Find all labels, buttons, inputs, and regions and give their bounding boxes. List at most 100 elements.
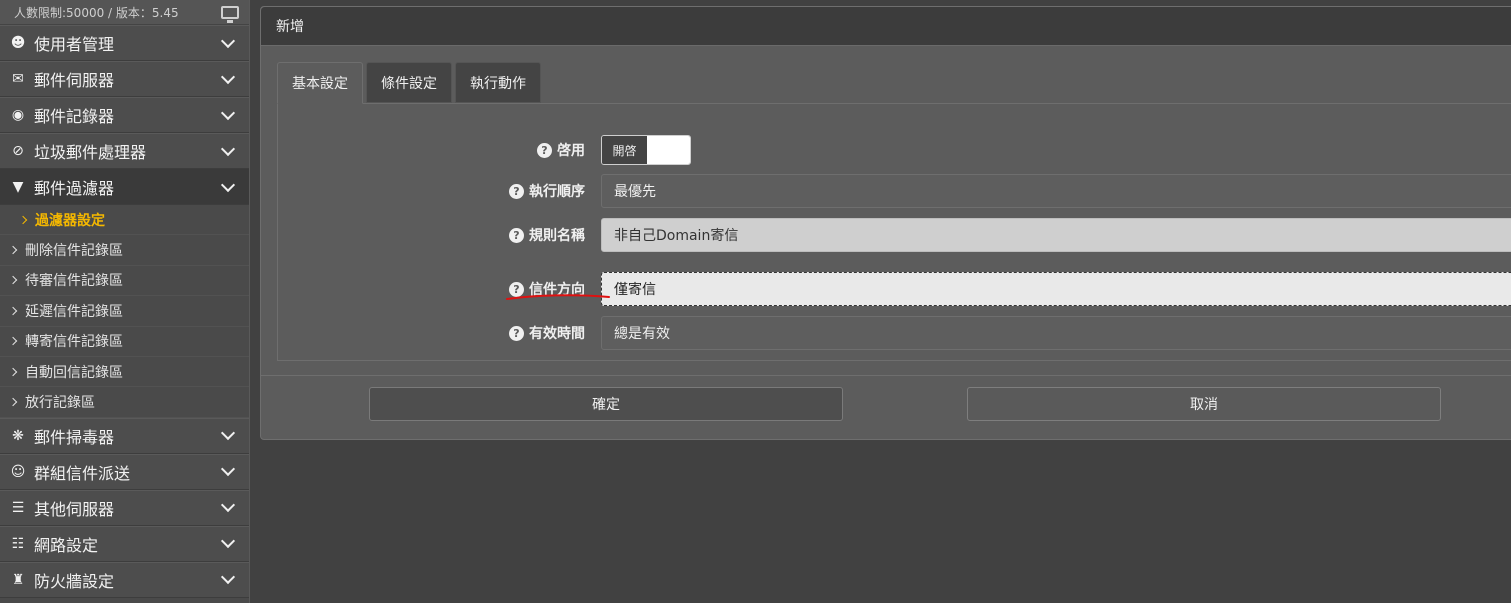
confirm-button[interactable]: 確定 — [369, 387, 843, 421]
users-icon: ☺ — [10, 463, 26, 480]
validity-select[interactable]: 總是有效 — [601, 316, 1511, 350]
submenu-label: 待審信件記錄區 — [25, 273, 123, 290]
basic-settings-panel: ? 啓用 開啓 ? 執行順序 最優先 ? 規則名稱 非自己Domain寄信 ? … — [277, 103, 1511, 361]
toggle-label: 開啓 — [602, 136, 647, 164]
direction-row: ? 信件方向 僅寄信 — [278, 272, 1511, 306]
cancel-button[interactable]: 取消 — [967, 387, 1441, 421]
field-label: 有效時間 — [529, 326, 585, 342]
server-icon: ☰ — [11, 499, 25, 516]
enable-toggle[interactable]: 開啓 — [601, 135, 691, 165]
chevron-down-icon — [220, 33, 236, 48]
chevron-down-icon — [220, 69, 236, 84]
submenu-pending-log[interactable]: 待審信件記錄區 — [0, 265, 249, 297]
menu-network-settings[interactable]: ☷ 網路設定 — [0, 525, 249, 562]
submenu-autoreply-log[interactable]: 自動回信記錄區 — [0, 356, 249, 388]
menu-label: 網路設定 — [34, 535, 99, 555]
field-label: 啓用 — [557, 143, 585, 159]
enable-label: ? 啓用 — [278, 140, 601, 160]
menu-label: 郵件伺服器 — [34, 71, 115, 90]
tab-bar: 基本設定 條件設定 執行動作 — [277, 62, 544, 104]
rule-name-label: ? 規則名稱 — [278, 225, 601, 245]
tab-condition-settings[interactable]: 條件設定 — [366, 62, 452, 103]
order-label: ? 執行順序 — [278, 181, 601, 201]
rule-name-row: ? 規則名稱 非自己Domain寄信 — [278, 218, 1511, 252]
submenu-label: 過濾器設定 — [35, 212, 105, 229]
submenu-label: 刪除信件記錄區 — [25, 243, 123, 260]
menu-antivirus[interactable]: ❋ 郵件掃毒器 — [0, 417, 249, 454]
dialog-title: 新增 — [276, 19, 304, 35]
user-icon: ☻ — [10, 35, 26, 51]
chevron-down-icon — [220, 498, 236, 513]
menu-spam-processor[interactable]: ⊘ 垃圾郵件處理器 — [0, 133, 249, 169]
submenu-release-log[interactable]: 放行記錄區 — [0, 387, 249, 418]
menu-mail-server[interactable]: ✉ 郵件伺服器 — [0, 61, 249, 97]
menu-mail-recorder[interactable]: ◉ 郵件記錄器 — [0, 97, 249, 133]
validity-row: ? 有效時間 總是有效 — [278, 316, 1511, 350]
field-label: 執行順序 — [529, 184, 585, 200]
help-icon[interactable]: ? — [509, 183, 524, 199]
envelope-icon: ✉ — [12, 71, 24, 87]
menu-group-delivery[interactable]: ☺ 群組信件派送 — [0, 453, 249, 490]
sidebar-header: 人數限制:50000 / 版本：5.45 — [0, 0, 249, 25]
direction-select[interactable]: 僅寄信 — [601, 272, 1511, 306]
chevron-right-icon — [8, 306, 18, 316]
chevron-right-icon — [8, 337, 18, 346]
menu-mail-filter[interactable]: ▼ 郵件過濾器 — [0, 169, 249, 205]
menu-label: 郵件過濾器 — [34, 179, 115, 198]
chevron-down-icon — [220, 426, 236, 441]
menu-other-servers[interactable]: ☰ 其他伺服器 — [0, 489, 249, 526]
chevron-right-icon — [8, 276, 18, 285]
monitor-icon[interactable] — [221, 5, 239, 23]
menu-label: 使用者管理 — [34, 35, 115, 54]
chevron-down-icon — [220, 570, 236, 585]
submenu-label: 放行記錄區 — [25, 395, 95, 412]
menu-label: 群組信件派送 — [34, 463, 131, 483]
menu-label: 郵件掃毒器 — [34, 427, 115, 447]
bug-icon: ❋ — [12, 427, 24, 444]
submenu-delayed-log[interactable]: 延遲信件記錄區 — [0, 296, 249, 327]
sidebar: 人數限制:50000 / 版本：5.45 ☻ 使用者管理 ✉ 郵件伺服器 ◉ 郵… — [0, 0, 250, 603]
chevron-right-icon — [8, 397, 18, 407]
chevron-down-icon — [220, 534, 236, 549]
menu-label: 垃圾郵件處理器 — [34, 143, 147, 162]
order-select[interactable]: 最優先 — [601, 174, 1511, 208]
enable-row: ? 啓用 開啓 — [278, 134, 1511, 166]
submenu-label: 轉寄信件記錄區 — [25, 334, 123, 351]
dialog-footer: 確定 取消 — [261, 375, 1511, 441]
castle-icon: ♜ — [11, 571, 25, 588]
chevron-down-icon — [220, 105, 236, 120]
submenu-forward-log[interactable]: 轉寄信件記錄區 — [0, 326, 249, 357]
submenu-label: 自動回信記錄區 — [25, 364, 123, 381]
help-icon[interactable]: ? — [509, 325, 524, 341]
submenu-deleted-log[interactable]: 刪除信件記錄區 — [0, 235, 249, 266]
ban-icon: ⊘ — [12, 143, 24, 159]
chevron-right-icon — [8, 245, 18, 255]
order-row: ? 執行順序 最優先 — [278, 174, 1511, 208]
submenu-filter-settings[interactable]: 過濾器設定 — [0, 205, 249, 236]
menu-label: 防火牆設定 — [34, 571, 115, 591]
menu-label: 其他伺服器 — [34, 499, 115, 519]
help-icon[interactable]: ? — [537, 142, 552, 158]
submenu-label: 延遲信件記錄區 — [25, 303, 123, 320]
red-annotation-underline — [506, 294, 610, 300]
chevron-right-icon — [8, 367, 18, 376]
chevron-right-icon — [18, 215, 28, 224]
validity-label: ? 有效時間 — [278, 323, 601, 343]
rule-name-input[interactable]: 非自己Domain寄信 — [601, 218, 1511, 252]
sitemap-icon: ☷ — [11, 535, 25, 552]
help-icon[interactable]: ? — [509, 227, 524, 243]
menu-firewall-settings[interactable]: ♜ 防火牆設定 — [0, 561, 249, 598]
tab-actions[interactable]: 執行動作 — [455, 62, 541, 103]
menu-user-management[interactable]: ☻ 使用者管理 — [0, 25, 249, 61]
menu-label: 郵件記錄器 — [34, 107, 115, 126]
dialog-header: 新增 — [261, 7, 1511, 46]
filter-icon: ▼ — [12, 179, 24, 195]
toggle-knob — [647, 136, 690, 164]
license-info: 人數限制:50000 / 版本：5.45 — [14, 5, 179, 20]
add-rule-dialog: 新增 基本設定 條件設定 執行動作 ? 啓用 開啓 ? 執行順序 最優先 ? 規… — [260, 6, 1511, 440]
camera-icon: ◉ — [11, 107, 25, 123]
chevron-down-icon — [220, 177, 236, 192]
chevron-down-icon — [220, 141, 236, 156]
tab-basic-settings[interactable]: 基本設定 — [277, 62, 363, 104]
chevron-down-icon — [220, 462, 236, 477]
